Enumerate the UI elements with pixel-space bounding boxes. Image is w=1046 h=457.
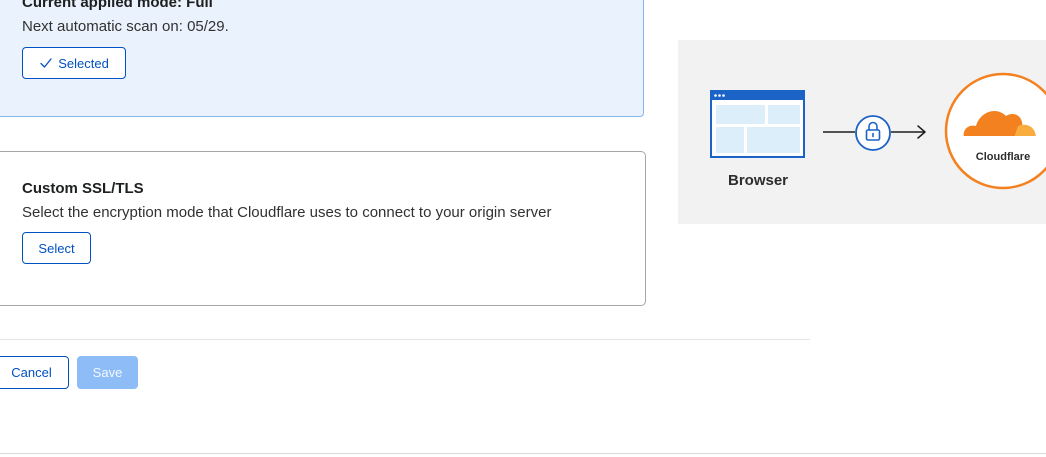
- browser-label: Browser: [727, 172, 789, 189]
- custom-ssl-title: Custom SSL/TLS: [22, 180, 144, 197]
- check-icon: [40, 58, 52, 68]
- selected-button-label: Selected: [58, 55, 109, 71]
- cancel-button[interactable]: Cancel: [0, 356, 69, 389]
- diagram-graphic: [710, 72, 1046, 190]
- cloudflare-label: Cloudflare: [975, 151, 1031, 163]
- save-button-label: Save: [92, 365, 123, 380]
- current-mode-card: Current applied mode: Full Next automati…: [0, 0, 644, 117]
- current-mode-title: Current applied mode: Full: [22, 0, 213, 11]
- custom-ssl-card: Custom SSL/TLS Select the encryption mod…: [0, 151, 646, 306]
- save-button[interactable]: Save: [77, 356, 138, 389]
- select-button[interactable]: Select: [22, 232, 91, 264]
- bottom-divider: [0, 453, 1046, 454]
- select-button-label: Select: [38, 240, 75, 256]
- cancel-button-label: Cancel: [11, 365, 52, 380]
- custom-ssl-description: Select the encryption mode that Cloudfla…: [22, 204, 552, 221]
- selected-button[interactable]: Selected: [22, 47, 126, 79]
- divider: [0, 339, 810, 340]
- browser-window-icon: [710, 90, 805, 158]
- next-scan-text: Next automatic scan on: 05/29.: [22, 18, 229, 35]
- lock-icon: [855, 115, 891, 151]
- encryption-diagram: Browser Cloudflare: [678, 40, 1046, 224]
- cloudflare-cloud-icon: [944, 72, 1046, 190]
